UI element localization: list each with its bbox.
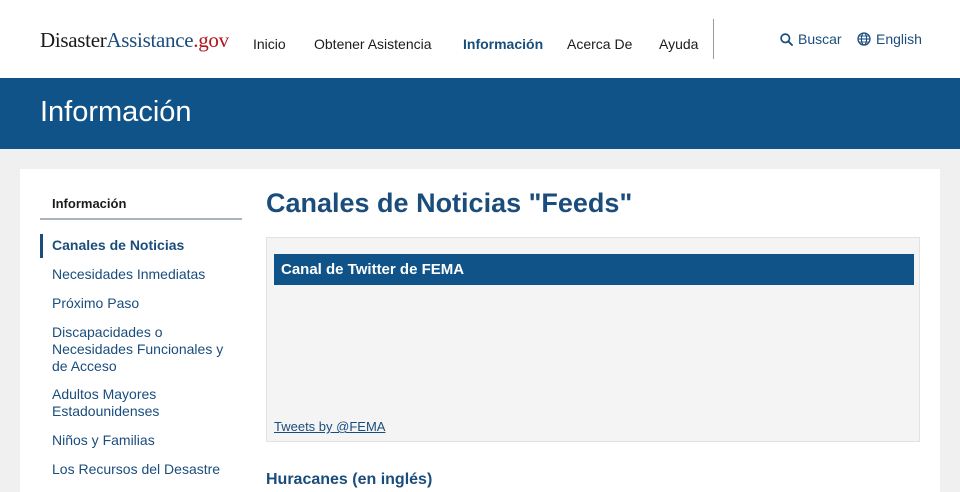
sidebar-item-canales-de-noticias[interactable]: Canales de Noticias <box>52 237 232 254</box>
logo-part-3: .gov <box>193 28 229 52</box>
feed-header-bar: Canal de Twitter de FEMA <box>274 254 914 285</box>
language-label: English <box>876 31 922 47</box>
logo-part-1: Disaster <box>40 28 107 52</box>
nav-divider <box>713 19 714 59</box>
section-heading-huracanes[interactable]: Huracanes (en inglés) <box>266 471 432 489</box>
logo-part-2: Assistance <box>106 28 194 52</box>
page-banner: Información <box>0 78 960 149</box>
sidebar-divider <box>40 218 242 220</box>
feed-header-label: Canal de Twitter de FEMA <box>281 261 465 278</box>
sidebar-item-necesidades-inmediatas[interactable]: Necesidades Inmediatas <box>52 266 232 283</box>
site-logo[interactable]: DisasterAssistance.gov <box>40 28 229 53</box>
page-title: Canales de Noticias "Feeds" <box>266 188 633 218</box>
main-card: Información Canales de Noticias Necesida… <box>20 169 940 492</box>
nav-ayuda[interactable]: Ayuda <box>659 36 698 52</box>
sidebar-item-ninos-y-familias[interactable]: Niños y Familias <box>52 432 232 449</box>
twitter-feed-box: Canal de Twitter de FEMA Tweets by @FEMA <box>266 237 920 442</box>
search-icon <box>780 32 793 46</box>
sidebar-item-recursos-del-desastre[interactable]: Los Recursos del Desastre <box>52 461 232 478</box>
banner-title: Información <box>40 96 192 128</box>
sidebar-current-marker <box>40 234 43 258</box>
nav-obtener-asistencia[interactable]: Obtener Asistencia <box>314 36 432 52</box>
nav-inicio[interactable]: Inicio <box>253 36 286 52</box>
globe-icon <box>857 32 871 46</box>
search-button[interactable]: Buscar <box>780 31 842 47</box>
language-toggle[interactable]: English <box>857 31 922 47</box>
site-header: DisasterAssistance.gov Inicio Obtener As… <box>0 0 960 78</box>
sidebar-item-proximo-paso[interactable]: Próximo Paso <box>52 295 232 312</box>
nav-acerca-de[interactable]: Acerca De <box>567 36 632 52</box>
sidebar-item-discapacidades[interactable]: Discapacidades o Necesidades Funcionales… <box>52 324 232 375</box>
sidebar-item-adultos-mayores[interactable]: Adultos Mayores Estadounidenses <box>52 386 232 420</box>
sidebar-title: Información <box>52 196 127 211</box>
tweets-link[interactable]: Tweets by @FEMA <box>274 419 385 434</box>
nav-informacion[interactable]: Información <box>463 36 543 52</box>
search-label: Buscar <box>798 31 842 47</box>
